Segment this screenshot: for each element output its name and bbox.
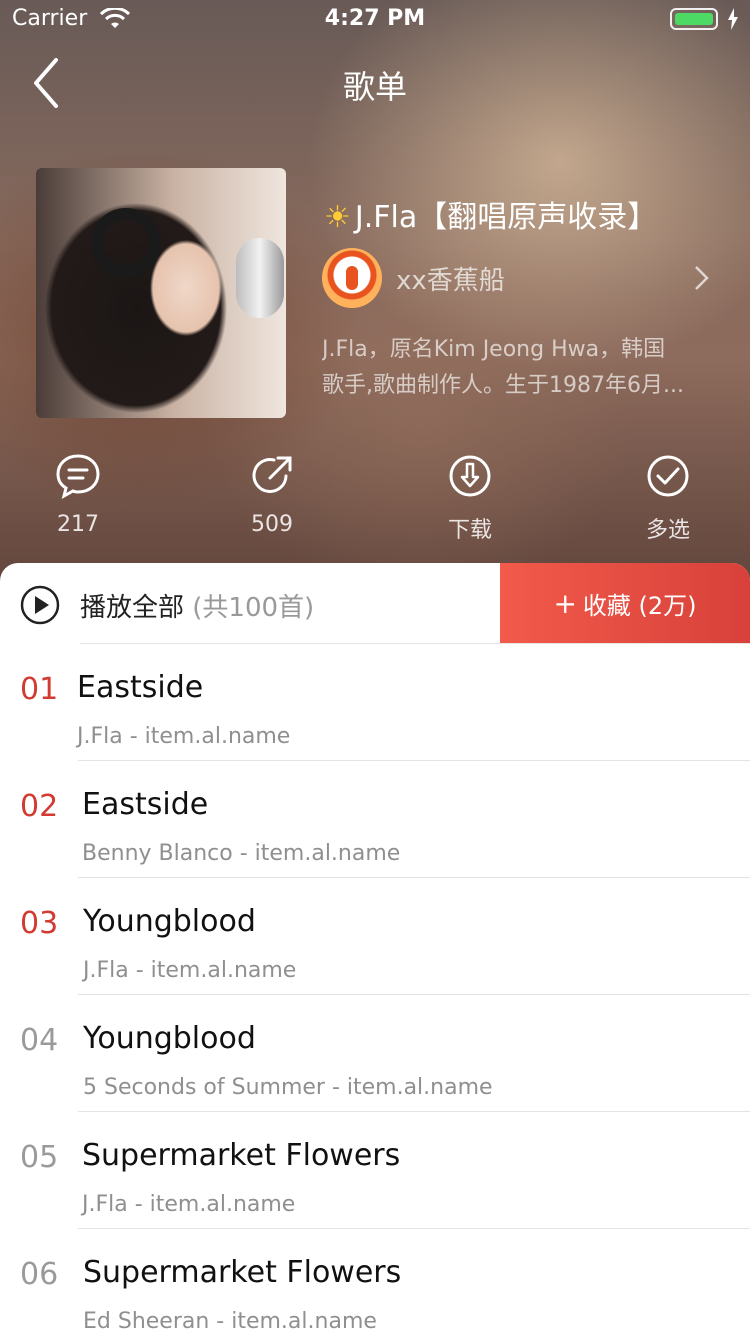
description-line: J.Fla，原名Kim Jeong Hwa，韩国 xyxy=(322,337,666,362)
play-all-button[interactable]: 播放全部 (共100首) xyxy=(0,563,500,643)
song-row[interactable]: 04 Youngblood 5 Seconds of Summer - item… xyxy=(0,995,750,1112)
multiselect-button[interactable]: 多选 xyxy=(608,452,728,544)
chevron-right-icon[interactable] xyxy=(692,265,710,291)
download-label: 下载 xyxy=(447,518,492,543)
song-title: Youngblood xyxy=(83,904,256,939)
song-index: 06 xyxy=(20,1257,59,1292)
play-circle-icon xyxy=(20,585,60,625)
song-row[interactable]: 05 Supermarket Flowers J.Fla - item.al.n… xyxy=(0,1112,750,1229)
share-icon xyxy=(252,456,292,493)
song-row[interactable]: 01 Eastside J.Fla - item.al.name xyxy=(0,644,750,761)
song-row[interactable]: 03 Youngblood J.Fla - item.al.name xyxy=(0,878,750,995)
collect-label: 收藏 (2万) xyxy=(582,591,697,620)
headphones-graphic xyxy=(91,208,161,278)
page-title: 歌单 xyxy=(342,68,407,106)
song-index: 02 xyxy=(20,789,59,824)
song-title: Youngblood xyxy=(83,1021,256,1056)
song-count: (共100首) xyxy=(192,593,315,623)
song-title: Supermarket Flowers xyxy=(82,1138,401,1173)
playlist-description[interactable]: J.Fla，原名Kim Jeong Hwa，韩国 歌手,歌曲制作人。生于1987… xyxy=(322,332,722,404)
download-button[interactable]: 下载 xyxy=(410,452,530,544)
song-title: Eastside xyxy=(77,670,204,705)
song-artist-album: J.Fla - item.al.name xyxy=(77,724,291,749)
song-index: 03 xyxy=(20,906,59,941)
playlist-cover[interactable] xyxy=(36,168,286,418)
song-title: Eastside xyxy=(82,787,209,822)
playlist-title: ☀ J.Fla【翻唱原声收录】 xyxy=(324,200,658,235)
comment-count: 217 xyxy=(57,512,99,537)
comment-button[interactable]: 217 xyxy=(18,452,138,537)
comment-icon xyxy=(56,454,100,499)
creator-row[interactable]: xx香蕉船 xyxy=(322,248,505,308)
charging-icon xyxy=(728,8,738,30)
avatar xyxy=(322,248,382,308)
status-bar: Carrier 4:27 PM xyxy=(0,0,750,40)
collect-button[interactable]: + 收藏 (2万) xyxy=(500,563,750,643)
song-list-panel: 播放全部 (共100首) + 收藏 (2万) 01 Eastside J.Fla… xyxy=(0,563,750,1334)
song-artist-album: 5 Seconds of Summer - item.al.name xyxy=(83,1075,493,1100)
multiselect-icon xyxy=(647,455,689,497)
download-icon xyxy=(449,455,491,497)
song-artist-album: Benny Blanco - item.al.name xyxy=(82,841,401,866)
share-button[interactable]: 509 xyxy=(212,452,332,537)
song-artist-album: Ed Sheeran - item.al.name xyxy=(83,1309,377,1334)
song-index: 04 xyxy=(20,1023,59,1058)
song-index: 01 xyxy=(20,672,59,707)
song-artist-album: J.Fla - item.al.name xyxy=(82,1192,296,1217)
song-title: Supermarket Flowers xyxy=(83,1255,402,1290)
multiselect-label: 多选 xyxy=(645,518,690,543)
creator-name: xx香蕉船 xyxy=(396,265,505,296)
microphone-graphic xyxy=(236,238,284,318)
plus-icon: + xyxy=(553,586,577,620)
song-artist-album: J.Fla - item.al.name xyxy=(83,958,297,983)
battery-icon xyxy=(670,8,718,30)
clock: 4:27 PM xyxy=(324,6,426,31)
song-index: 05 xyxy=(20,1140,59,1175)
description-line: 歌手,歌曲制作人。生于1987年6月... xyxy=(322,373,684,398)
play-all-label: 播放全部 xyxy=(80,593,185,623)
song-row[interactable]: 06 Supermarket Flowers Ed Sheeran - item… xyxy=(0,1229,750,1334)
song-row[interactable]: 02 Eastside Benny Blanco - item.al.name xyxy=(0,761,750,878)
sun-icon: ☀ xyxy=(324,200,351,235)
share-count: 509 xyxy=(251,512,293,537)
